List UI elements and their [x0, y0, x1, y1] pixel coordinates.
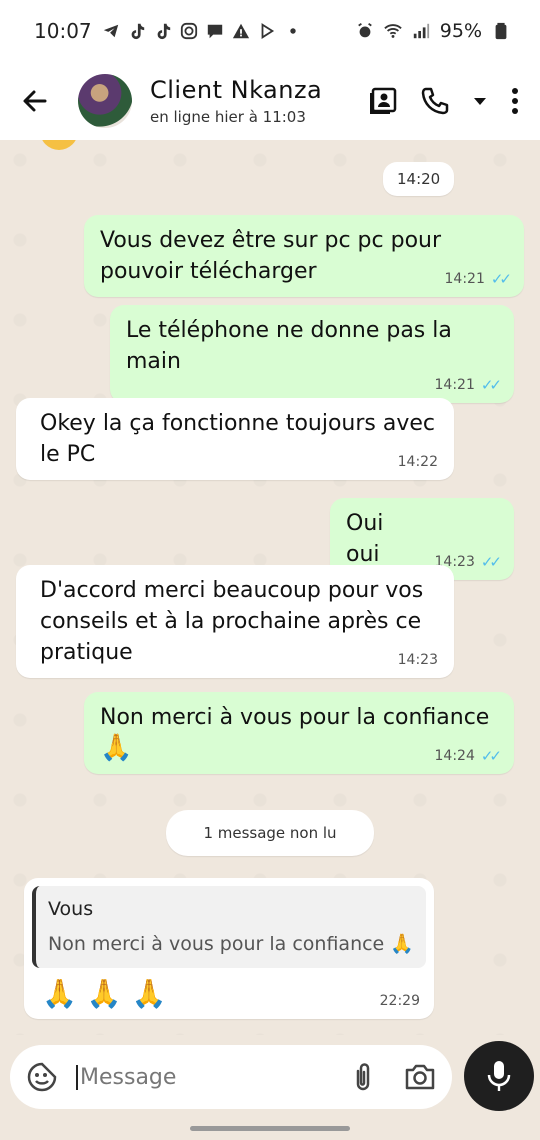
system-navigation-bar	[0, 1120, 540, 1140]
partial-emoji	[40, 140, 78, 150]
warning-icon	[232, 23, 249, 39]
message-input[interactable]: Message	[76, 1064, 176, 1090]
notification-icons	[102, 22, 302, 40]
emoji-sticker-icon[interactable]	[26, 1061, 58, 1093]
message-time: 14:22	[397, 454, 438, 470]
message-meta: 14:24 ✓✓	[434, 747, 503, 765]
alarm-icon	[357, 23, 372, 38]
microphone-icon	[487, 1061, 511, 1091]
voice-call-button[interactable]	[420, 86, 450, 116]
chat-header: Client Nkanza en ligne hier à 11:03	[0, 62, 540, 140]
play-icon	[261, 23, 274, 39]
attach-icon[interactable]	[350, 1061, 376, 1093]
message-bubble-outgoing[interactable]: Non merci à vous pour la confiance 🙏 14:…	[84, 692, 514, 774]
message-bubble-incoming[interactable]: D'accord merci beaucoup pour vos conseil…	[16, 565, 454, 678]
read-ticks-icon: ✓✓	[480, 376, 502, 394]
message-meta: 14:22	[398, 454, 438, 470]
contact-avatar[interactable]	[78, 74, 132, 128]
message-text: D'accord merci beaucoup pour vos	[40, 578, 424, 603]
back-button[interactable]	[0, 87, 70, 115]
message-bubble-incoming-reply[interactable]: Vous Non merci à vous pour la confiance …	[24, 878, 434, 1019]
read-ticks-icon: ✓✓	[480, 553, 502, 571]
tiktok-icon	[157, 23, 170, 40]
voice-message-button[interactable]	[464, 1041, 534, 1111]
contact-info[interactable]: Client Nkanza en ligne hier à 11:03	[150, 76, 322, 126]
camera-icon[interactable]	[404, 1063, 436, 1091]
message-list[interactable]: 14:20 Vous devez être sur pc pc pour pou…	[0, 140, 540, 1035]
header-actions	[368, 86, 540, 116]
status-bar: 10:07 95%	[0, 0, 540, 62]
message-meta: 22:29	[380, 993, 426, 1009]
contact-card-button[interactable]	[368, 86, 398, 116]
message-input-container[interactable]: Message	[10, 1045, 452, 1109]
message-time: 14:21	[444, 271, 485, 287]
chat-icon	[207, 24, 222, 39]
pray-emoji: 🙏	[100, 733, 133, 763]
signal-icon	[413, 23, 429, 39]
arrow-left-icon	[23, 90, 47, 112]
read-ticks-icon: ✓✓	[490, 270, 512, 288]
message-text: Le téléphone ne donne pas la main	[126, 318, 452, 374]
pray-emojis: 🙏🙏🙏	[42, 977, 177, 1010]
message-time: 14:21	[434, 377, 475, 393]
message-text: Okey la ça fonctionne toujours avec	[40, 411, 436, 436]
gesture-handle[interactable]	[190, 1126, 350, 1131]
message-text: pratique	[40, 640, 133, 665]
wifi-icon	[384, 24, 402, 38]
message-text: Oui oui	[346, 511, 384, 567]
message-text: le PC	[40, 442, 96, 467]
telegram-icon	[103, 24, 118, 38]
message-time: 22:29	[379, 993, 420, 1009]
more-options-icon[interactable]	[510, 86, 520, 116]
status-time: 10:07	[34, 19, 92, 43]
system-icons: 95%	[356, 20, 510, 42]
message-bubble-incoming[interactable]: Okey la ça fonctionne toujours avec le P…	[16, 398, 454, 480]
message-text: Non merci à vous pour la confiance	[100, 705, 490, 730]
message-text: pouvoir télécharger	[100, 259, 317, 284]
unread-messages-indicator: 1 message non lu	[166, 810, 374, 856]
quoted-message[interactable]: Vous Non merci à vous pour la confiance …	[32, 886, 426, 968]
message-bubble-outgoing[interactable]: Le téléphone ne donne pas la main 14:21 …	[110, 305, 514, 403]
contact-name: Client Nkanza	[150, 76, 323, 104]
battery-icon	[495, 22, 507, 40]
message-bubble-outgoing[interactable]: Vous devez être sur pc pc pour pouvoir t…	[84, 215, 524, 297]
message-meta: 14:21 ✓✓	[126, 376, 503, 394]
message-meta: 14:23	[398, 652, 438, 668]
call-dropdown-icon[interactable]	[472, 93, 488, 109]
read-ticks-icon: ✓✓	[480, 747, 502, 765]
message-meta: 14:21 ✓✓	[444, 270, 513, 288]
quoted-text: Non merci à vous pour la confiance 🙏	[48, 933, 414, 955]
composer-bar: Message	[0, 1035, 540, 1120]
message-text: Vous devez être sur pc pc pour	[100, 228, 442, 253]
tiktok-icon	[131, 23, 144, 40]
battery-percent: 95%	[439, 20, 482, 42]
message-time: 14:23	[397, 652, 438, 668]
time-pill: 14:20	[383, 162, 455, 196]
instagram-icon	[180, 22, 197, 40]
message-time: 14:24	[434, 748, 475, 764]
quoted-author: Vous	[48, 898, 94, 920]
dot-icon	[289, 28, 296, 34]
composer-actions	[350, 1061, 436, 1093]
last-seen-status: en ligne hier à 11:03	[150, 108, 306, 126]
message-text: conseils et à la prochaine après ce	[40, 609, 422, 634]
